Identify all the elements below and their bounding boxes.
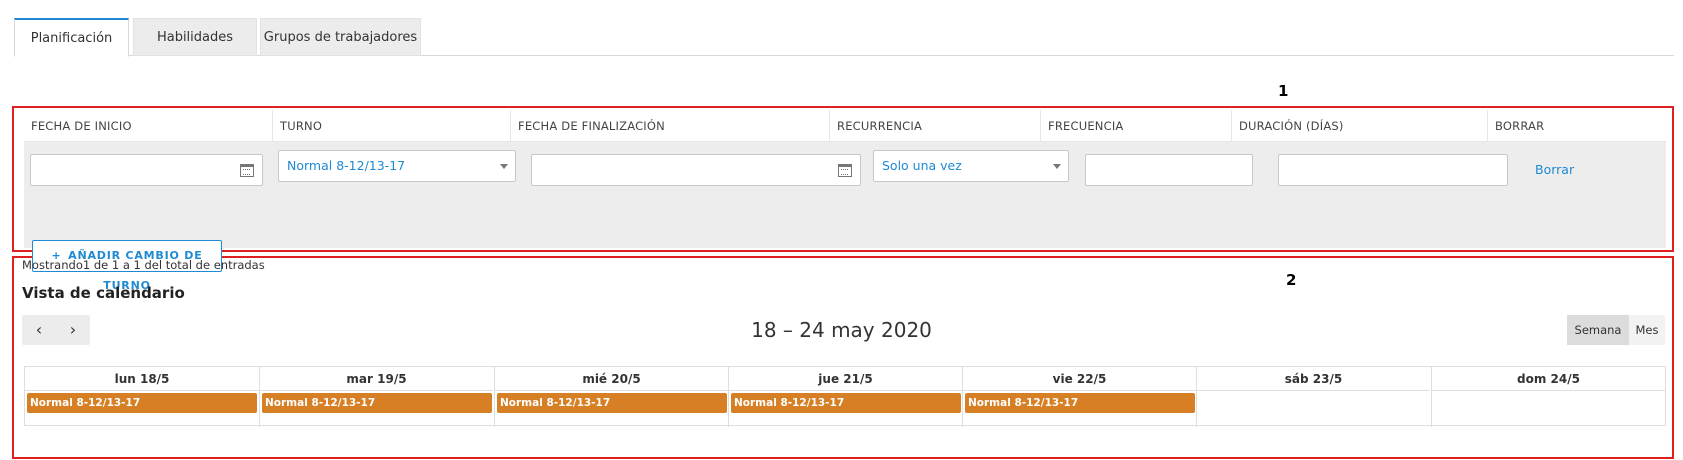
calendar-title: Vista de calendario [22,284,185,302]
day-column[interactable]: lun 18/5 Normal 8-12/13-17 [25,367,259,427]
shift-select[interactable]: Normal 8-12/13-17 [278,150,516,182]
day-header: sáb 23/5 [1197,367,1430,391]
day-header: dom 24/5 [1432,367,1665,391]
tab-grupos-de-trabajadores[interactable]: Grupos de trabajadores [260,18,421,56]
table-header-row: FECHA DE INICIO TURNO FECHA DE FINALIZAC… [24,110,1666,142]
shift-select-value: Normal 8-12/13-17 [287,158,406,173]
entries-summary: Mostrando1 de 1 a 1 del total de entrada… [22,258,265,272]
recurrence-select[interactable]: Solo una vez [873,150,1069,182]
calendar-icon[interactable] [838,164,852,177]
day-column[interactable]: mié 20/5 Normal 8-12/13-17 [494,367,728,427]
table-row: Normal 8-12/13-17 Solo una vez Borrar + … [24,142,1666,292]
caret-down-icon [1053,164,1061,169]
week-view-button[interactable]: Semana [1567,315,1629,345]
day-header: vie 22/5 [963,367,1196,391]
delete-link[interactable]: Borrar [1535,162,1574,177]
highlight-box-calendar [12,256,1674,459]
caret-down-icon [500,164,508,169]
duration-input[interactable] [1278,154,1508,186]
calendar-event[interactable]: Normal 8-12/13-17 [262,393,492,413]
calendar-event[interactable]: Normal 8-12/13-17 [965,393,1195,413]
column-header-end-date: FECHA DE FINALIZACIÓN [510,110,829,142]
week-grid: lun 18/5 Normal 8-12/13-17 mar 19/5 Normal … [24,366,1666,427]
day-column[interactable]: dom 24/5 [1431,367,1665,427]
end-date-input[interactable] [531,154,861,186]
tab-habilidades[interactable]: Habilidades [133,18,257,56]
tab-planificacion[interactable]: Planificación [14,18,129,57]
day-header: mié 20/5 [495,367,728,391]
day-column[interactable]: jue 21/5 Normal 8-12/13-17 [728,367,962,427]
day-column[interactable]: mar 19/5 Normal 8-12/13-17 [259,367,493,427]
column-header-shift: TURNO [272,110,510,142]
column-header-delete: BORRAR [1487,110,1666,142]
calendar-view-switch: Semana Mes [1567,315,1665,345]
calendar-event[interactable]: Normal 8-12/13-17 [27,393,257,413]
column-header-recurrence: RECURRENCIA [829,110,1040,142]
day-column[interactable]: vie 22/5 Normal 8-12/13-17 [962,367,1196,427]
start-date-input[interactable] [30,154,263,186]
recurrence-select-value: Solo una vez [882,158,962,173]
shift-change-table: FECHA DE INICIO TURNO FECHA DE FINALIZAC… [24,110,1666,292]
frequency-input[interactable] [1085,154,1253,186]
column-header-start-date: FECHA DE INICIO [31,119,132,133]
column-header-frequency: FRECUENCIA [1040,110,1231,142]
column-header-duration: DURACIÓN (DÍAS) [1231,110,1487,142]
calendar-icon[interactable] [240,164,254,177]
tab-bar: Planificación Habilidades Grupos de trab… [14,18,1674,57]
day-header: lun 18/5 [25,367,259,391]
day-header: mar 19/5 [260,367,493,391]
day-column[interactable]: sáb 23/5 [1196,367,1430,427]
calendar-event[interactable]: Normal 8-12/13-17 [731,393,961,413]
calendar-date-range: 18 – 24 may 2020 [751,318,932,342]
calendar-event[interactable]: Normal 8-12/13-17 [497,393,727,413]
day-header: jue 21/5 [729,367,962,391]
month-view-button[interactable]: Mes [1629,315,1665,345]
callout-marker-1: 1 [1278,82,1289,100]
